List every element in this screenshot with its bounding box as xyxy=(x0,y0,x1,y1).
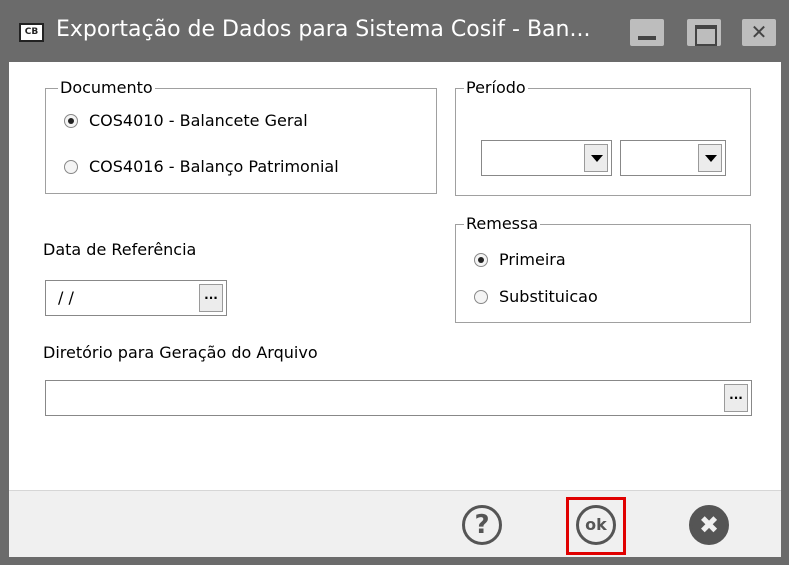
date-picker-button[interactable]: ... xyxy=(199,284,223,312)
radio-substituicao[interactable]: Substituicao xyxy=(474,287,598,306)
diretorio-label: Diretório para Geração do Arquivo xyxy=(43,343,318,362)
radio-cos4016[interactable]: COS4016 - Balanço Patrimonial xyxy=(64,157,339,176)
maximize-button[interactable] xyxy=(687,19,721,46)
remessa-group: Remessa Primeira Substituicao xyxy=(455,215,751,323)
help-icon[interactable]: ? xyxy=(462,505,502,545)
radio-label-cos4016: COS4016 - Balanço Patrimonial xyxy=(89,157,339,176)
periodo-year-select[interactable] xyxy=(620,140,726,176)
remessa-legend: Remessa xyxy=(464,214,541,233)
radio-primeira[interactable]: Primeira xyxy=(474,250,566,269)
radio-button-checked[interactable] xyxy=(64,113,78,128)
data-referencia-value: / / xyxy=(58,288,74,307)
close-icon: ✕ xyxy=(750,20,768,44)
documento-group: Documento COS4010 - Balancete Geral COS4… xyxy=(45,79,437,194)
radio-button-unchecked[interactable] xyxy=(64,159,78,174)
app-icon: CB xyxy=(19,23,44,42)
diretorio-field[interactable]: ... xyxy=(45,380,752,416)
chevron-down-icon[interactable] xyxy=(584,144,608,172)
title-bar[interactable]: CB Exportação de Dados para Sistema Cosi… xyxy=(0,0,789,62)
periodo-legend: Período xyxy=(464,78,528,97)
radio-label-primeira: Primeira xyxy=(499,250,566,269)
close-button[interactable]: ✕ xyxy=(742,19,776,46)
periodo-month-select[interactable] xyxy=(481,140,612,176)
data-referencia-field[interactable]: / / ... xyxy=(45,280,227,316)
chevron-down-icon[interactable] xyxy=(698,144,722,172)
dialog-window: CB Exportação de Dados para Sistema Cosi… xyxy=(0,0,789,565)
data-referencia-label: Data de Referência xyxy=(43,240,197,259)
radio-button-unchecked[interactable] xyxy=(474,289,488,304)
window-title: Exportação de Dados para Sistema Cosif -… xyxy=(56,17,591,42)
ok-button[interactable]: ok xyxy=(576,505,616,545)
radio-cos4010[interactable]: COS4010 - Balancete Geral xyxy=(64,111,308,130)
dialog-body: Documento COS4010 - Balancete Geral COS4… xyxy=(9,62,781,490)
minimize-button[interactable] xyxy=(630,19,664,46)
browse-folder-button[interactable]: ... xyxy=(724,384,748,412)
radio-button-checked[interactable] xyxy=(474,252,488,267)
dialog-footer: ? ok ✖ xyxy=(9,490,781,557)
radio-label-cos4010: COS4010 - Balancete Geral xyxy=(89,111,308,130)
cancel-icon[interactable]: ✖ xyxy=(689,505,729,545)
documento-legend: Documento xyxy=(58,78,155,97)
radio-label-substituicao: Substituicao xyxy=(499,287,598,306)
periodo-group: Período xyxy=(455,79,751,196)
